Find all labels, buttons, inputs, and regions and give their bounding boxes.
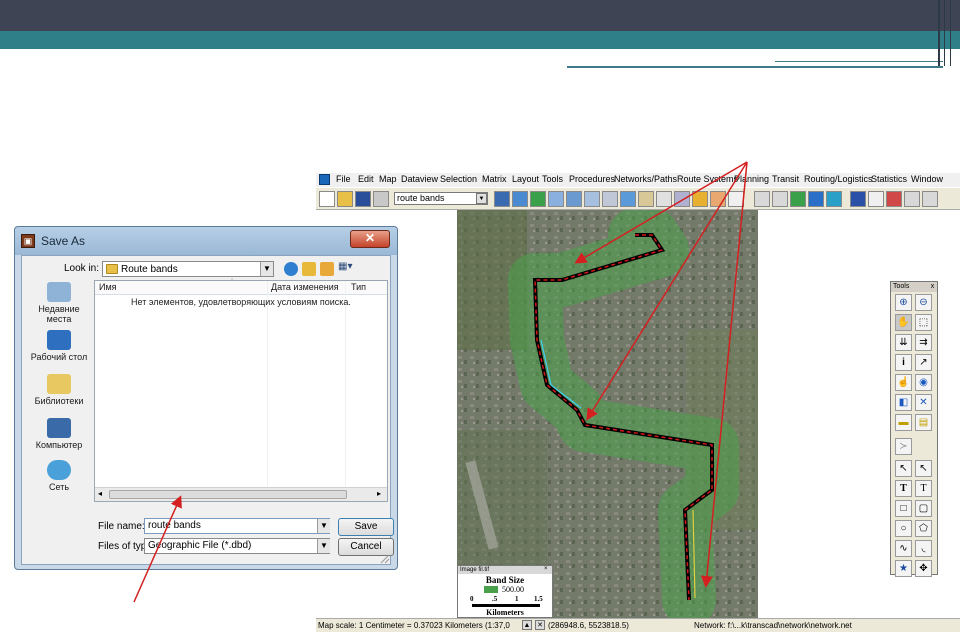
annotation-arrow xyxy=(574,161,748,264)
annotation-arrow xyxy=(586,161,748,421)
annotation-arrow xyxy=(133,495,182,603)
annotation-arrows xyxy=(133,161,748,603)
annotation-arrow xyxy=(700,161,748,588)
